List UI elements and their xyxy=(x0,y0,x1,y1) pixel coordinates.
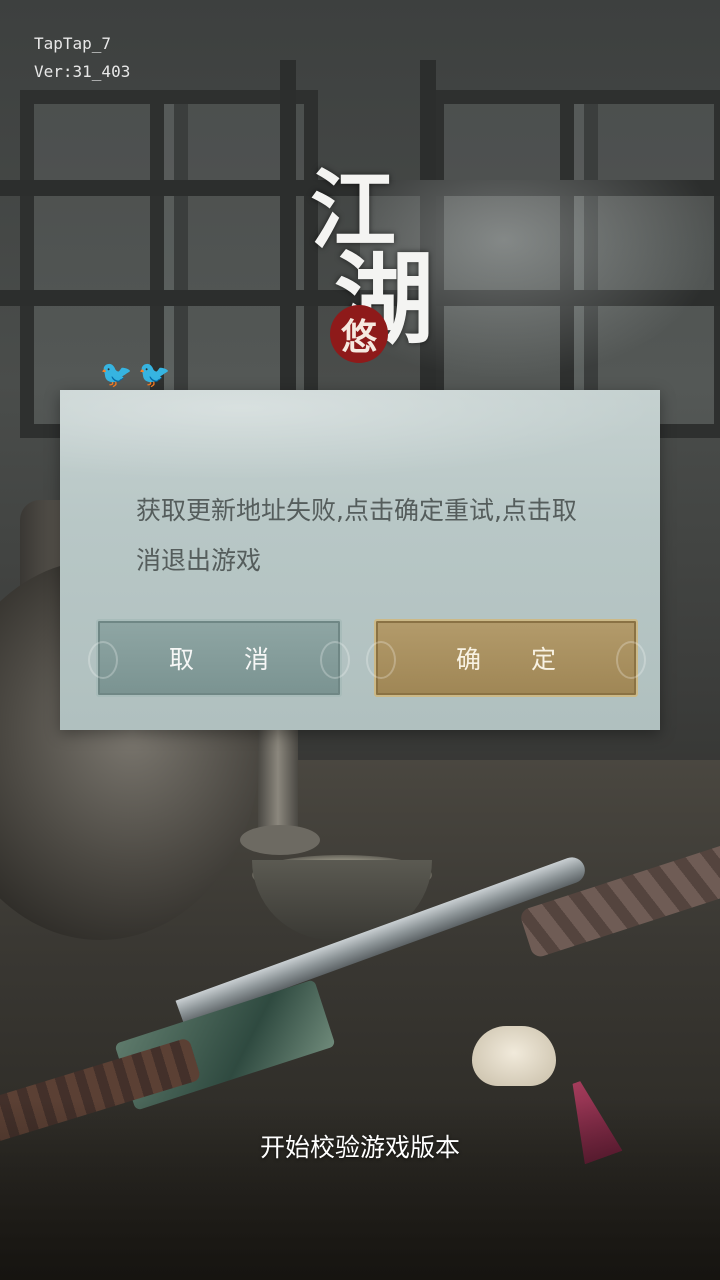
cancel-label: 取消 xyxy=(168,645,319,674)
jade-pendant xyxy=(472,1026,556,1086)
logo-seal: 悠 xyxy=(330,305,388,363)
loading-status: 开始校验游戏版本 xyxy=(259,1133,460,1162)
confirm-button[interactable]: 确定 xyxy=(366,619,646,697)
cloud-ornament-icon xyxy=(366,641,396,679)
version-info: TapTap_7 Ver:31_403 xyxy=(34,30,130,86)
cloud-ornament-icon xyxy=(88,641,118,679)
dialog-message: 获取更新地址失败,点击确定重试,点击取消退出游戏 xyxy=(136,496,577,575)
version-label: Ver:31_403 xyxy=(34,62,131,81)
confirm-label: 确定 xyxy=(455,645,606,674)
cloud-ornament-icon xyxy=(320,641,350,679)
cloud-ornament-icon xyxy=(616,641,646,679)
channel-label: TapTap_7 xyxy=(34,34,112,53)
bird-icon: 🐦🐦 xyxy=(100,360,177,390)
update-error-dialog: 获取更新地址失败,点击确定重试,点击取消退出游戏 取消 确定 xyxy=(60,390,660,730)
game-logo: 江 湖 悠 xyxy=(300,140,450,400)
cancel-button[interactable]: 取消 xyxy=(88,619,350,697)
